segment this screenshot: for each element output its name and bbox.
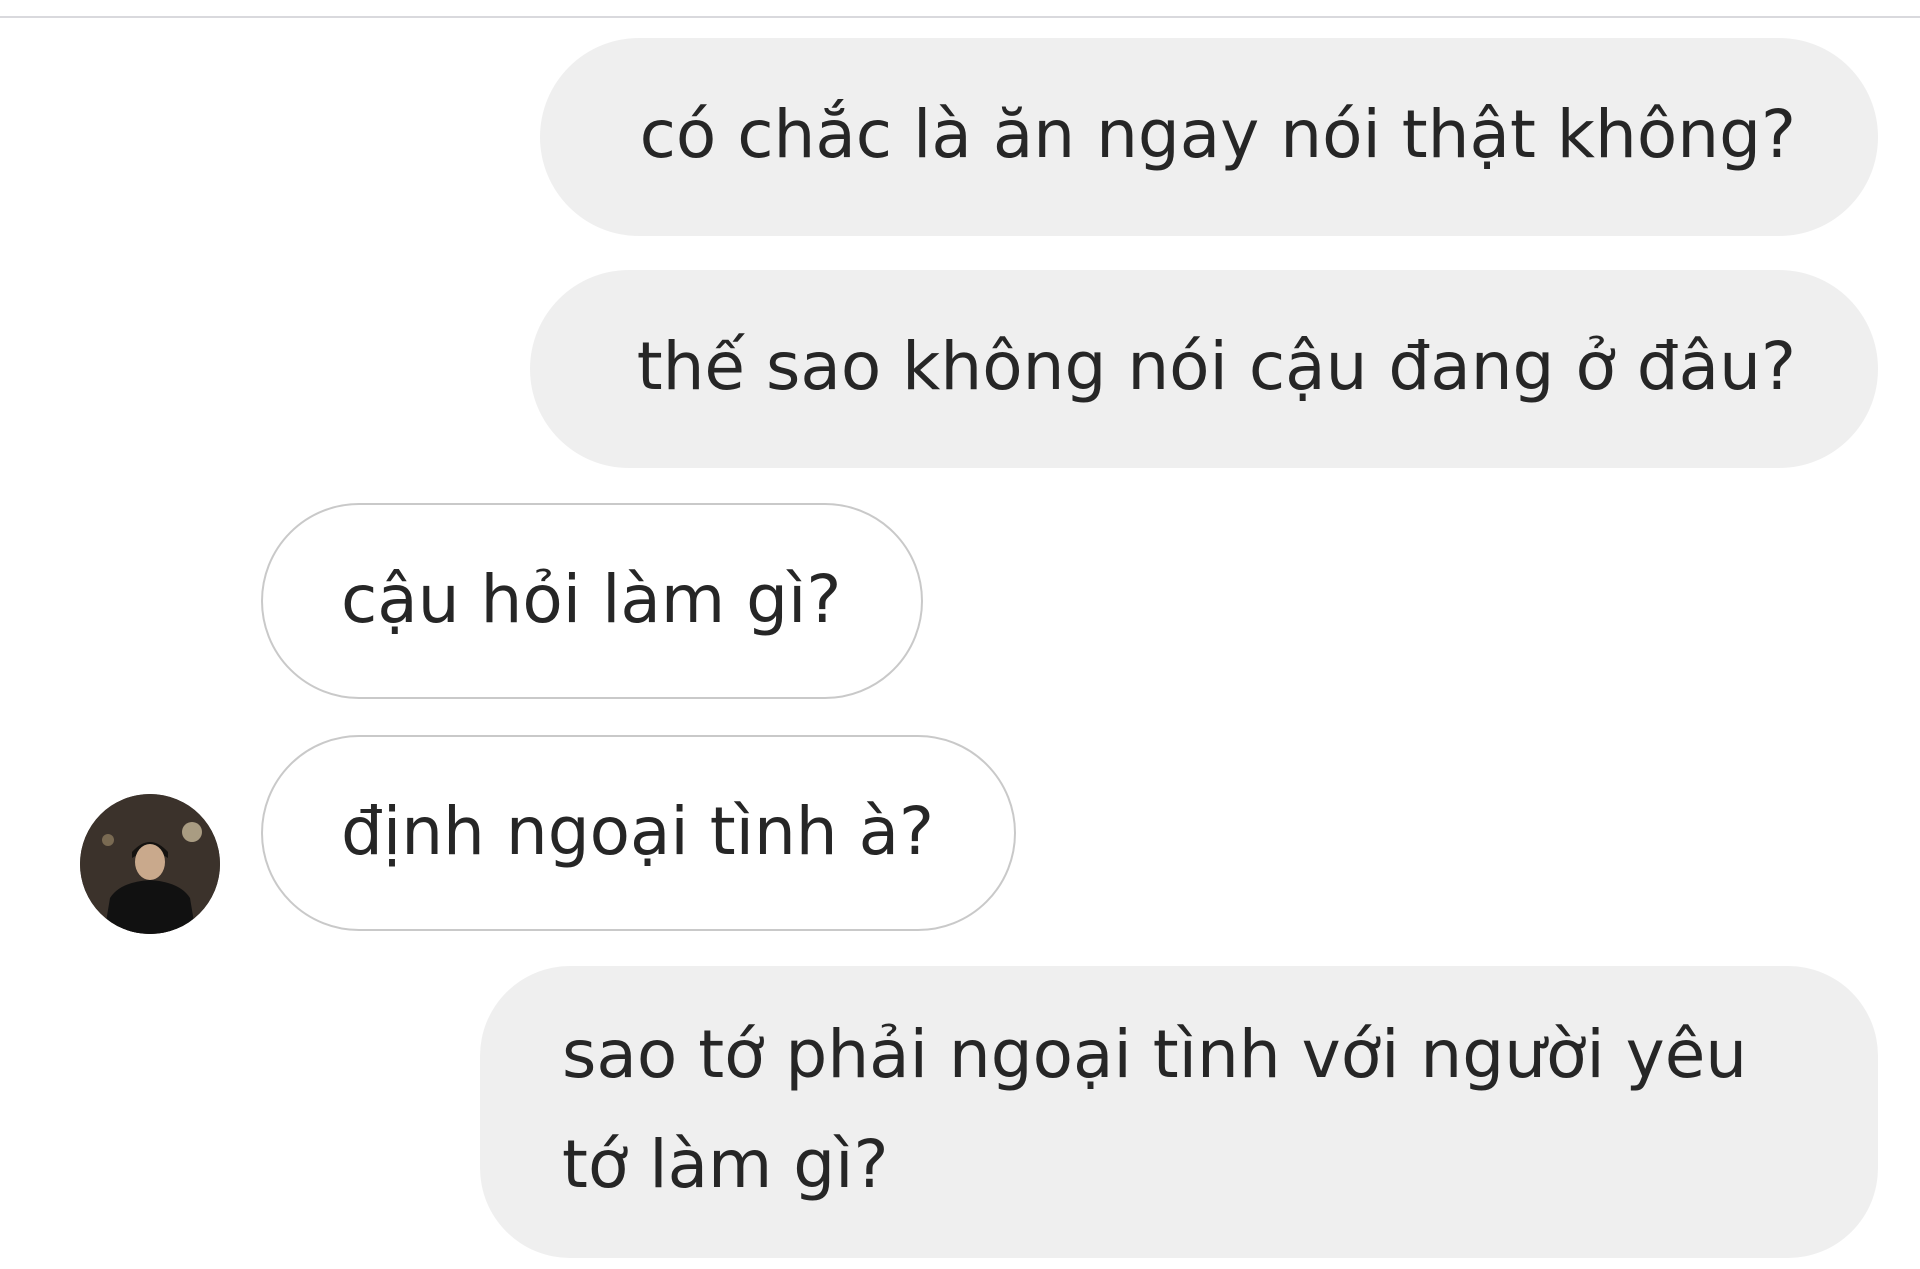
message-bubble-outgoing[interactable]: thế sao không nói cậu đang ở đâu? <box>530 270 1878 468</box>
message-bubble-outgoing[interactable]: có chắc là ăn ngay nói thật không? <box>540 38 1878 236</box>
message-bubble-incoming[interactable]: định ngoại tình à? <box>261 735 1016 931</box>
message-text: cậu hỏi làm gì? <box>341 561 842 638</box>
message-text: có chắc là ăn ngay nói thật không? <box>639 96 1796 173</box>
profile-photo-avatar-icon <box>80 794 220 934</box>
message-text: định ngoại tình à? <box>341 793 935 870</box>
message-text: thế sao không nói cậu đang ở đâu? <box>636 328 1796 405</box>
contact-avatar[interactable] <box>80 794 220 934</box>
message-bubble-outgoing[interactable]: sao tớ phải ngoại tình với người yêu tớ … <box>480 966 1878 1258</box>
message-bubble-incoming[interactable]: cậu hỏi làm gì? <box>261 503 923 699</box>
message-text: sao tớ phải ngoại tình với người yêu tớ … <box>562 1016 1748 1203</box>
message-thread[interactable]: có chắc là ăn ngay nói thật không? thế s… <box>0 0 1920 1269</box>
